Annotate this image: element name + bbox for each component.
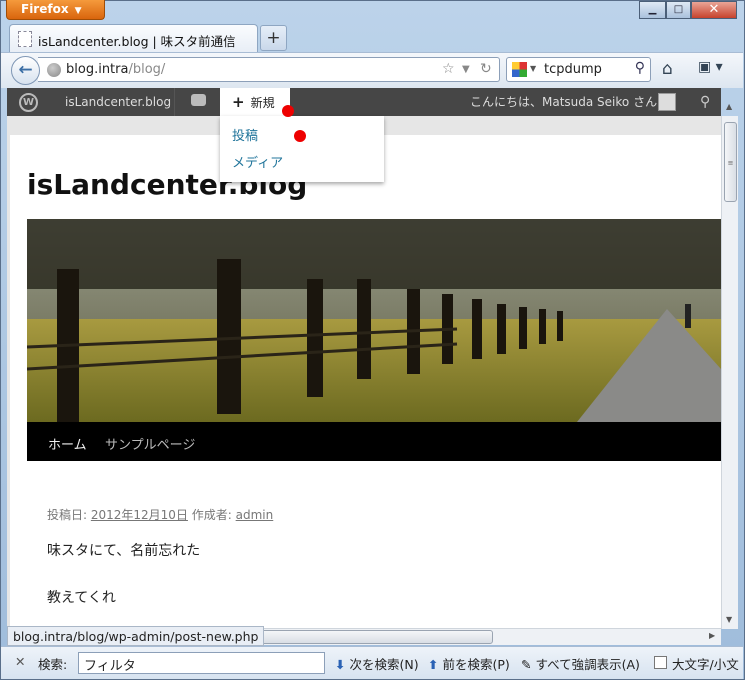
maximize-button[interactable]: □	[666, 1, 691, 19]
url-host: blog.intra	[66, 62, 129, 77]
meta-prefix: 投稿日:	[47, 508, 91, 522]
new-label: 新規	[250, 96, 275, 110]
highlighter-icon: ✎	[521, 657, 532, 672]
arrow-down-icon: ⬇	[335, 657, 346, 672]
avatar[interactable]	[658, 93, 676, 111]
nav-item-home[interactable]: ホーム	[48, 434, 87, 453]
home-icon[interactable]: ⌂	[662, 59, 673, 79]
annotation-marker-dot	[282, 105, 294, 117]
arrow-up-icon: ⬆	[428, 657, 439, 672]
star-icon[interactable]: ☆	[442, 61, 455, 77]
admin-bar-new-menu[interactable]: + 新規	[220, 88, 290, 116]
admin-bar-site-name[interactable]: isLandcenter.blog	[65, 88, 171, 116]
new-tab-button[interactable]: +	[260, 25, 287, 51]
close-button[interactable]: ✕	[691, 1, 737, 19]
find-bar: ✕ 検索: フィルタ ⬇ 次を検索(N) ⬆ 前を検索(P) ✎ すべて強調表示…	[1, 646, 743, 679]
author-link[interactable]: admin	[236, 508, 274, 522]
search-box[interactable]: ▼ tcpdump ⚲	[506, 57, 651, 82]
horizontal-scroll-thumb[interactable]: |||	[243, 630, 493, 644]
url-bar[interactable]: blog.intra/blog/ ☆ ▼ ↻	[38, 57, 500, 82]
nav-item-sample-page[interactable]: サンプルページ	[105, 434, 195, 453]
admin-bar-greeting[interactable]: こんにちは、Matsuda Seiko さん !	[470, 88, 666, 116]
reload-icon[interactable]: ↻	[480, 61, 492, 77]
dropdown-item-post[interactable]: 投稿	[232, 125, 258, 144]
post-paragraph: 味スタにて、名前忘れた	[47, 543, 201, 559]
highlight-all-button[interactable]: ✎ すべて強調表示(A)	[521, 654, 640, 673]
dropdown-item-media[interactable]: メディア	[232, 152, 283, 171]
find-previous-button[interactable]: ⬆ 前を検索(P)	[428, 654, 510, 673]
url-path: /blog/	[128, 62, 166, 77]
find-input[interactable]: フィルタ	[78, 652, 325, 674]
match-case-checkbox[interactable]	[654, 656, 667, 669]
divider	[174, 88, 175, 116]
search-input[interactable]: tcpdump	[544, 62, 602, 77]
comment-icon[interactable]	[191, 94, 206, 106]
close-find-bar-icon[interactable]: ✕	[15, 654, 25, 669]
bookmarks-menu-icon[interactable]: ▣ ▾	[698, 59, 732, 79]
scroll-right-icon[interactable]: ▶	[709, 631, 715, 640]
wp-admin-bar: W isLandcenter.blog + 新規 こんにちは、Matsuda Se…	[7, 88, 721, 116]
vertical-scrollbar[interactable]: ▲ ≡ ▼	[721, 102, 738, 629]
annotation-marker-dot	[294, 130, 306, 142]
dropdown-arrow-icon: ▼	[74, 6, 82, 16]
highlight-all-label: すべて強調表示(A)	[535, 657, 640, 672]
minimize-button[interactable]: ▁	[639, 1, 666, 19]
find-next-label: 次を検索(N)	[349, 657, 419, 672]
post-date-link[interactable]: 2012年12月10日	[91, 508, 188, 522]
post-meta: 投稿日: 2012年12月10日 作成者: admin	[47, 506, 273, 523]
globe-icon	[47, 63, 61, 77]
firefox-menu-button[interactable]: Firefox ▼	[6, 0, 105, 20]
header-image	[27, 219, 721, 422]
scroll-up-icon[interactable]: ▲	[726, 102, 732, 111]
new-content-dropdown: 投稿 メディア	[220, 116, 384, 182]
browser-tab[interactable]: isLandcenter.blog | 味スタ前通信	[9, 24, 258, 52]
firefox-menu-label: Firefox	[21, 2, 69, 16]
post-paragraph: 教えてくれ	[47, 590, 116, 606]
engine-dropdown-icon[interactable]: ▼	[530, 64, 536, 73]
match-case-label: 大文字/小文	[672, 657, 739, 672]
author-prefix: 作成者:	[187, 508, 236, 522]
find-next-button[interactable]: ⬇ 次を検索(N)	[335, 654, 419, 673]
page-icon	[18, 31, 32, 47]
plus-icon: +	[232, 93, 245, 111]
google-icon[interactable]	[512, 62, 527, 77]
search-icon[interactable]: ⚲	[635, 60, 645, 76]
back-button[interactable]: ←	[11, 56, 40, 85]
wordpress-logo-icon[interactable]: W	[19, 93, 38, 112]
find-previous-label: 前を検索(P)	[442, 657, 510, 672]
scroll-down-icon[interactable]: ▼	[726, 615, 732, 624]
tab-title: isLandcenter.blog | 味スタ前通信	[38, 34, 236, 49]
search-icon[interactable]: ⚲	[700, 88, 710, 116]
url-text: blog.intra/blog/	[66, 62, 165, 77]
history-dropdown-icon[interactable]: ▼	[462, 64, 470, 75]
vertical-scroll-thumb[interactable]: ≡	[724, 122, 737, 202]
find-label: 検索:	[38, 657, 68, 672]
header-photo	[27, 219, 721, 422]
status-bar-url: blog.intra/blog/wp-admin/post-new.php	[7, 626, 265, 646]
